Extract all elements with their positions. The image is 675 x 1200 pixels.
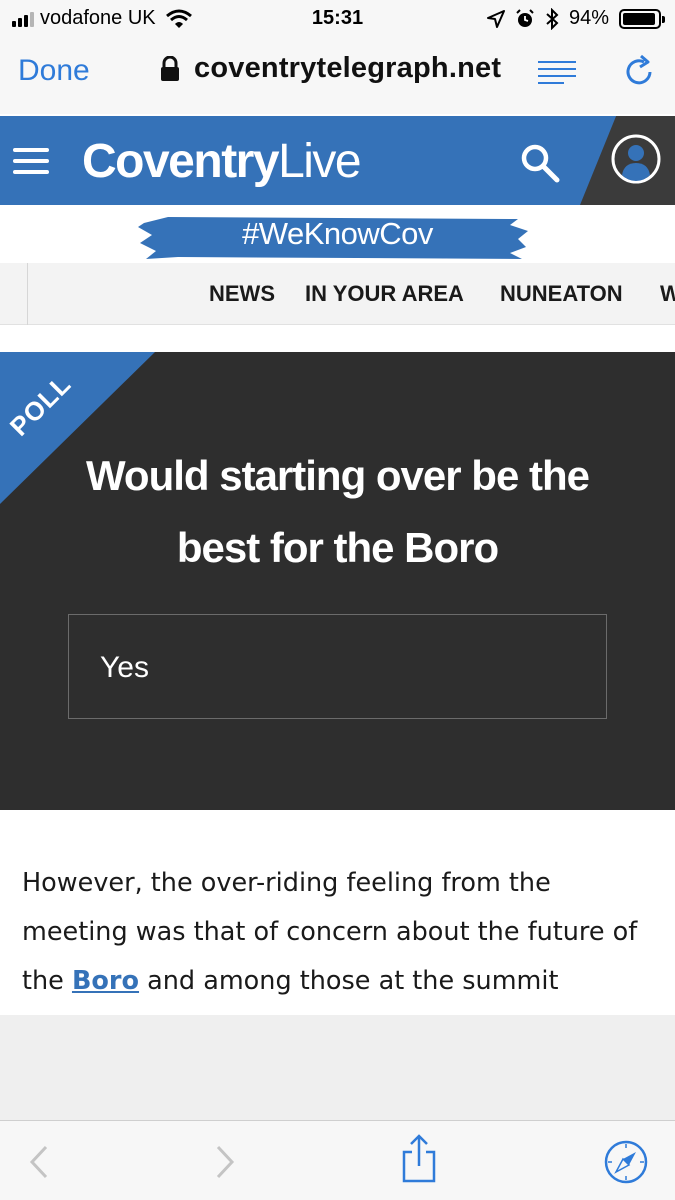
address-bar[interactable]: coventrytelegraph.net: [160, 52, 501, 85]
browser-toolbar: Done coventrytelegraph.net: [0, 40, 675, 114]
menu-icon[interactable]: [13, 146, 49, 176]
article-body: However, the over-riding feeling from th…: [0, 810, 675, 1015]
bottom-toolbar: [0, 1120, 675, 1200]
logo-bold-text: Coventry: [82, 135, 280, 188]
article-text-end: and among those at the summit: [139, 966, 559, 996]
page-background: [0, 1015, 675, 1120]
nav-item-news[interactable]: NEWS: [209, 281, 275, 307]
alarm-icon: [516, 8, 534, 27]
battery-icon: [619, 8, 665, 29]
back-icon[interactable]: [28, 1145, 50, 1179]
hashtag-text: #WeKnowCov: [242, 216, 433, 251]
nav-item-nuneaton[interactable]: NUNEATON: [500, 281, 623, 307]
boro-link[interactable]: Boro: [72, 966, 139, 996]
compass-icon[interactable]: [603, 1139, 649, 1185]
done-button[interactable]: Done: [18, 54, 90, 88]
poll-option-yes[interactable]: Yes: [68, 614, 607, 719]
url-text: coventrytelegraph.net: [194, 52, 502, 84]
lock-icon: [161, 55, 179, 81]
hashtag-banner: #WeKnowCov: [0, 205, 675, 263]
location-icon: [486, 9, 505, 28]
forward-icon[interactable]: [214, 1145, 236, 1179]
poll-widget: POLL Would starting over be the best for…: [0, 352, 675, 810]
share-icon[interactable]: [400, 1134, 438, 1184]
poll-question: Would starting over be the best for the …: [86, 452, 590, 571]
section-nav: NEWS IN YOUR AREA NUNEATON W: [0, 263, 675, 325]
nav-item-in-your-area[interactable]: IN YOUR AREA: [305, 281, 464, 307]
status-bar: vodafone UK 15:31 94%: [0, 0, 675, 40]
account-icon[interactable]: [611, 134, 661, 184]
search-icon[interactable]: [519, 142, 561, 184]
bluetooth-icon: [546, 7, 559, 30]
battery-percent: 94%: [568, 7, 609, 29]
nav-divider: [27, 263, 28, 325]
logo-light-text: Live: [278, 135, 362, 188]
site-logo[interactable]: CoventryLive: [82, 134, 362, 189]
reload-icon[interactable]: [622, 54, 656, 88]
article-paragraph: However, the over-riding feeling from th…: [22, 859, 662, 1006]
site-header: CoventryLive: [0, 116, 675, 205]
nav-item-partial[interactable]: W: [660, 281, 675, 307]
reader-icon[interactable]: [538, 60, 576, 86]
